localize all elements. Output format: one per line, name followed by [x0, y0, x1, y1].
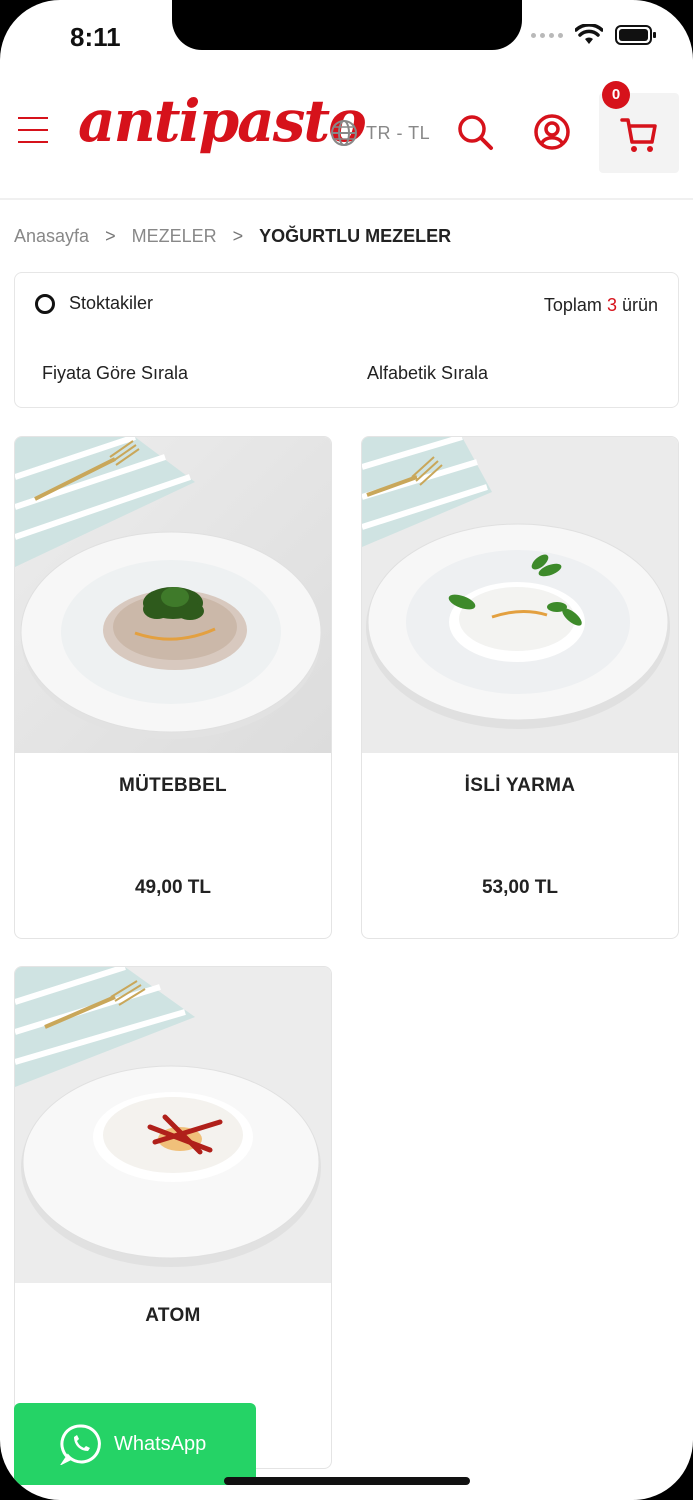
sort-by-price-button[interactable]: Fiyata Göre Sırala: [42, 363, 188, 384]
product-card[interactable]: ATOM: [14, 966, 332, 1469]
breadcrumb-separator: >: [232, 226, 244, 246]
breadcrumb: Anasayfa > MEZELER > YOĞURTLU MEZELER: [14, 226, 451, 247]
breadcrumb-home[interactable]: Anasayfa: [14, 226, 89, 247]
filter-panel: Stoktakiler Toplam 3 ürün Fiyata Göre Sı…: [14, 272, 679, 408]
breadcrumb-separator: >: [105, 226, 116, 246]
notch: [172, 0, 522, 50]
signal-dots-icon: [531, 32, 563, 38]
total-suffix: ürün: [621, 295, 658, 315]
total-number: 3: [606, 295, 617, 315]
brand-logo[interactable]: antipasto: [78, 87, 367, 155]
search-icon[interactable]: [456, 113, 494, 156]
whatsapp-icon: [60, 1424, 101, 1465]
product-price: 53,00 TL: [481, 877, 559, 898]
total-count: Toplam 3 ürün: [544, 295, 658, 316]
status-time: 8:11: [70, 22, 121, 52]
home-indicator[interactable]: [224, 1477, 470, 1485]
globe-icon: [331, 120, 357, 146]
product-image[interactable]: [362, 437, 678, 753]
product-card[interactable]: MÜTEBBEL 49,00 TL: [14, 436, 332, 939]
site-header: antipasto TR - TL 0: [0, 75, 693, 200]
phone-screen: 8:11 antipasto TR - TL 0 Anasayfa > MEZE…: [0, 0, 693, 1500]
product-card[interactable]: İSLİ YARMA 53,00 TL: [361, 436, 679, 939]
product-image[interactable]: [15, 437, 331, 753]
language-selector[interactable]: TR - TL: [330, 119, 430, 147]
product-image[interactable]: [15, 967, 331, 1283]
in-stock-filter[interactable]: Stoktakiler: [35, 293, 153, 314]
user-account-icon[interactable]: [533, 113, 571, 156]
cart-icon: [620, 118, 657, 152]
product-price: 49,00 TL: [134, 877, 212, 898]
total-prefix: Toplam: [543, 295, 602, 315]
in-stock-label: Stoktakiler: [69, 293, 154, 313]
radio-icon[interactable]: [35, 293, 55, 314]
breadcrumb-category[interactable]: MEZELER: [132, 226, 217, 247]
whatsapp-button[interactable]: WhatsApp: [14, 1403, 256, 1485]
product-name[interactable]: MÜTEBBEL: [15, 775, 331, 797]
product-name[interactable]: İSLİ YARMA: [362, 775, 678, 797]
cart-count-badge: 0: [602, 81, 630, 109]
wifi-icon: [575, 24, 603, 44]
battery-icon: [615, 25, 656, 45]
status-icons: [531, 24, 657, 46]
whatsapp-label: WhatsApp: [114, 1432, 207, 1455]
sort-alphabetical-button[interactable]: Alfabetik Sırala: [367, 363, 488, 384]
hamburger-menu-icon[interactable]: [18, 117, 48, 149]
product-name[interactable]: ATOM: [15, 1305, 331, 1327]
language-label: TR - TL: [366, 122, 431, 143]
breadcrumb-current: YOĞURTLU MEZELER: [259, 226, 452, 246]
